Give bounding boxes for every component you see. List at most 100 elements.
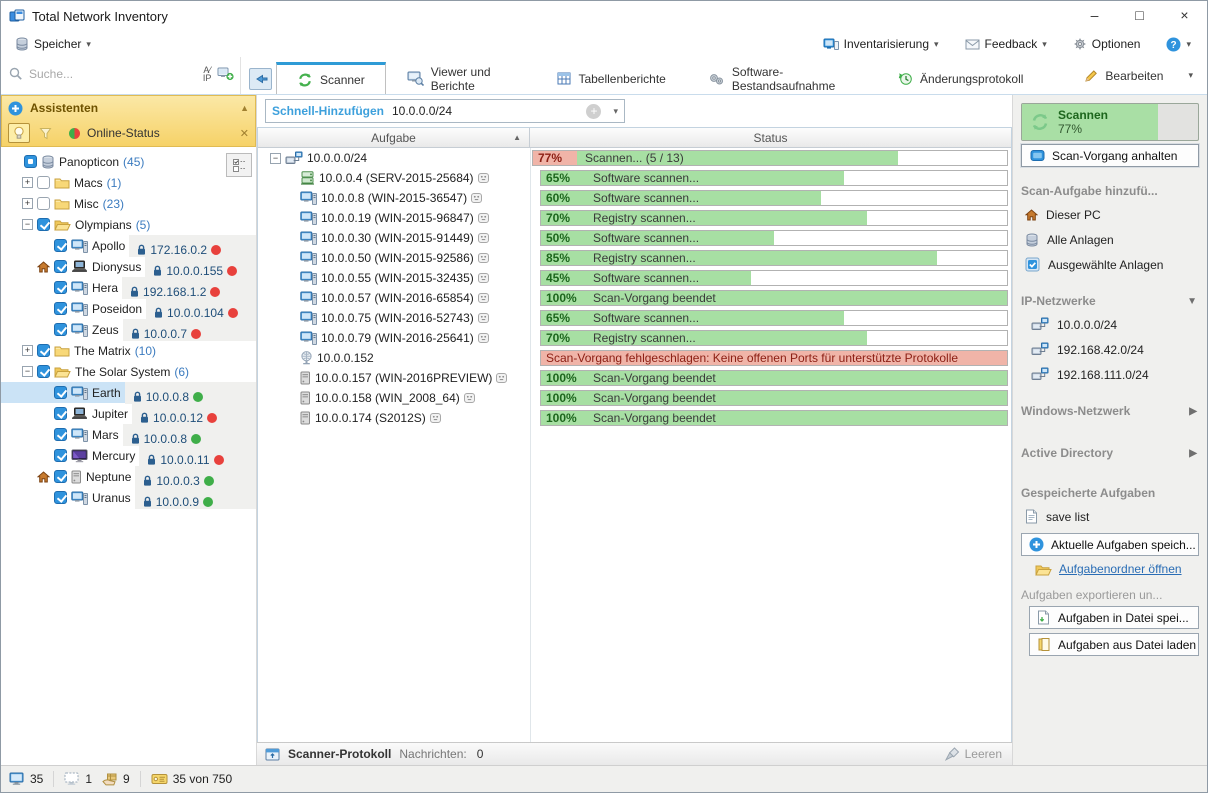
tab-scanner[interactable]: Scanner — [276, 62, 386, 94]
checkbox-checked[interactable] — [54, 302, 67, 315]
close-button[interactable]: × — [1162, 1, 1207, 29]
tree-item-neptune[interactable]: Neptune10.0.0.3 — [1, 466, 256, 487]
feedback-menu-button[interactable]: Feedback ▾ — [959, 35, 1053, 53]
save-current-tasks-button[interactable]: Aktuelle Aufgaben speich... — [1021, 533, 1199, 556]
task-row[interactable]: 10.0.0.75 (WIN-2016-52743)65%Software sc… — [258, 308, 1011, 328]
export-tasks-button[interactable]: Aufgaben in Datei spei... — [1029, 606, 1199, 629]
checkbox-partial[interactable] — [24, 155, 37, 168]
search-box[interactable] — [9, 67, 197, 81]
checkbox-checked[interactable] — [54, 407, 67, 420]
task-row[interactable]: 10.0.0.174 (S2012S)100%Scan-Vorgang been… — [258, 408, 1011, 428]
scan-progress-button[interactable]: Scannen 77% — [1021, 103, 1199, 141]
checkbox-checked[interactable] — [54, 428, 67, 441]
search-input[interactable] — [29, 67, 139, 81]
open-task-folder-link[interactable]: Aufgabenordner öffnen — [1021, 556, 1199, 576]
tree-item-earth[interactable]: Earth10.0.0.8 — [1, 382, 256, 403]
expand-icon[interactable]: + — [22, 177, 33, 188]
checkbox-checked[interactable] — [37, 344, 50, 357]
task-row[interactable]: 10.0.0.30 (WIN-2015-91449)50%Software sc… — [258, 228, 1011, 248]
collapse-icon[interactable]: − — [270, 153, 281, 164]
windows-network-section-header[interactable]: Windows-Netzwerk ▶ — [1021, 404, 1199, 418]
minimize-button[interactable]: – — [1072, 1, 1117, 29]
lightbulb-filter-button[interactable] — [8, 123, 30, 143]
column-header-task[interactable]: Aufgabe ▲ — [258, 128, 530, 147]
add-task-item-alle-anlagen[interactable]: Alle Anlagen — [1021, 227, 1199, 252]
clear-log-button[interactable]: Leeren — [945, 747, 1002, 761]
add-task-item-dieser-pc[interactable]: Dieser PC — [1021, 202, 1199, 227]
tree-item-poseidon[interactable]: Poseidon10.0.0.104 — [1, 298, 256, 319]
tab-changelog[interactable]: Änderungsprotokoll — [877, 62, 1044, 94]
task-row[interactable]: −10.0.0.0/2477%Scannen... (5 / 13) — [258, 148, 1011, 168]
task-row[interactable]: 10.0.0.55 (WIN-2015-32435)45%Software sc… — [258, 268, 1011, 288]
collapse-panel-icon[interactable]: ▲ — [240, 103, 249, 113]
tree-item-uranus[interactable]: Uranus10.0.0.9 — [1, 487, 256, 508]
checkbox-checked[interactable] — [54, 449, 67, 462]
tree-item-macs[interactable]: +Macs(1) — [1, 172, 256, 193]
sort-az-ip-icon[interactable]: A⁄IP — [203, 66, 212, 82]
checkbox-list-toggle[interactable] — [226, 153, 252, 177]
ip-networks-section-header[interactable]: IP-Netzwerke ▼ — [1021, 294, 1199, 308]
tree-item-the-solar-system[interactable]: −The Solar System(6) — [1, 361, 256, 382]
tree-item-jupiter[interactable]: Jupiter10.0.0.12 — [1, 403, 256, 424]
checkbox-checked[interactable] — [54, 281, 67, 294]
task-row[interactable]: 10.0.0.158 (WIN_2008_64)100%Scan-Vorgang… — [258, 388, 1011, 408]
collapse-icon[interactable]: − — [22, 219, 33, 230]
task-row[interactable]: 10.0.0.8 (WIN-2015-36547)60%Software sca… — [258, 188, 1011, 208]
saved-task-item[interactable]: save list — [1021, 504, 1199, 529]
edit-button[interactable]: Bearbeiten ▾ — [1070, 69, 1207, 83]
maximize-button[interactable]: □ — [1117, 1, 1162, 29]
task-row[interactable]: 10.0.0.50 (WIN-2015-92586)85%Registry sc… — [258, 248, 1011, 268]
checkbox-checked[interactable] — [54, 470, 67, 483]
tab-software[interactable]: Software-Bestandsaufnahme — [687, 62, 877, 94]
import-tasks-button[interactable]: Aufgaben aus Datei laden — [1029, 633, 1199, 656]
ip-network-item[interactable]: 10.0.0.0/24 — [1021, 312, 1199, 337]
checkbox-unchecked[interactable] — [37, 197, 50, 210]
task-row[interactable]: 10.0.0.157 (WIN-2016PREVIEW)100%Scan-Vor… — [258, 368, 1011, 388]
task-row[interactable]: 10.0.0.19 (WIN-2015-96847)70%Registry sc… — [258, 208, 1011, 228]
inventory-menu-button[interactable]: Inventarisierung ▾ — [817, 35, 945, 53]
task-row[interactable]: 10.0.0.152Scan-Vorgang fehlgeschlagen: K… — [258, 348, 1011, 368]
task-row[interactable]: 10.0.0.79 (WIN-2016-25641)70%Registry sc… — [258, 328, 1011, 348]
quick-add-plus-icon[interactable]: + — [586, 104, 601, 119]
checkbox-checked[interactable] — [37, 218, 50, 231]
close-filter-icon[interactable]: ✕ — [240, 127, 249, 140]
tree-item-mars[interactable]: Mars10.0.0.8 — [1, 424, 256, 445]
collapse-icon[interactable]: − — [22, 366, 33, 377]
checkbox-checked[interactable] — [54, 491, 67, 504]
checkbox-checked[interactable] — [37, 365, 50, 378]
storage-menu-button[interactable]: Speicher ▾ — [9, 35, 97, 53]
tree-item-zeus[interactable]: Zeus10.0.0.7 — [1, 319, 256, 340]
add-task-item-ausgewählte-anlagen[interactable]: Ausgewählte Anlagen — [1021, 252, 1199, 277]
collapse-sidebar-button[interactable] — [249, 68, 272, 90]
task-row[interactable]: 10.0.0.57 (WIN-2016-65854)100%Scan-Vorga… — [258, 288, 1011, 308]
tree-item-hera[interactable]: Hera192.168.1.2 — [1, 277, 256, 298]
options-button[interactable]: Optionen — [1067, 35, 1147, 53]
tree-item-mercury[interactable]: Mercury10.0.0.11 — [1, 445, 256, 466]
tree-item-panopticon[interactable]: Panopticon(45) — [1, 151, 256, 172]
tree-item-apollo[interactable]: Apollo172.16.0.2 — [1, 235, 256, 256]
tree-item-olympians[interactable]: −Olympians(5) — [1, 214, 256, 235]
checkbox-checked[interactable] — [54, 386, 67, 399]
active-directory-section-header[interactable]: Active Directory ▶ — [1021, 446, 1199, 460]
checkbox-unchecked[interactable] — [37, 176, 50, 189]
expand-icon[interactable]: + — [22, 345, 33, 356]
tree-item-dionysus[interactable]: Dionysus10.0.0.155 — [1, 256, 256, 277]
expand-icon[interactable]: + — [22, 198, 33, 209]
checkbox-checked[interactable] — [54, 260, 67, 273]
checkbox-checked[interactable] — [54, 239, 67, 252]
quick-add-input[interactable] — [392, 104, 578, 118]
stop-scan-button[interactable]: Scan-Vorgang anhalten — [1021, 144, 1199, 167]
ip-network-item[interactable]: 192.168.111.0/24 — [1021, 362, 1199, 387]
help-button[interactable]: ? ▾ — [1160, 35, 1197, 54]
tree-item-misc[interactable]: +Misc(23) — [1, 193, 256, 214]
tab-viewer[interactable]: Viewer und Berichte — [386, 62, 537, 94]
checkbox-checked[interactable] — [54, 323, 67, 336]
plus-circle-icon[interactable] — [8, 101, 23, 116]
task-row[interactable]: 10.0.0.4 (SERV-2015-25684)65%Software sc… — [258, 168, 1011, 188]
column-header-status[interactable]: Status — [530, 128, 1011, 147]
tab-table-reports[interactable]: Tabellenberichte — [536, 62, 686, 94]
chevron-down-icon[interactable]: ▾ — [613, 106, 618, 117]
ip-network-item[interactable]: 192.168.42.0/24 — [1021, 337, 1199, 362]
quick-add-box[interactable]: Schnell-Hinzufügen + ▾ — [265, 99, 625, 123]
tree-item-the-matrix[interactable]: +The Matrix(10) — [1, 340, 256, 361]
